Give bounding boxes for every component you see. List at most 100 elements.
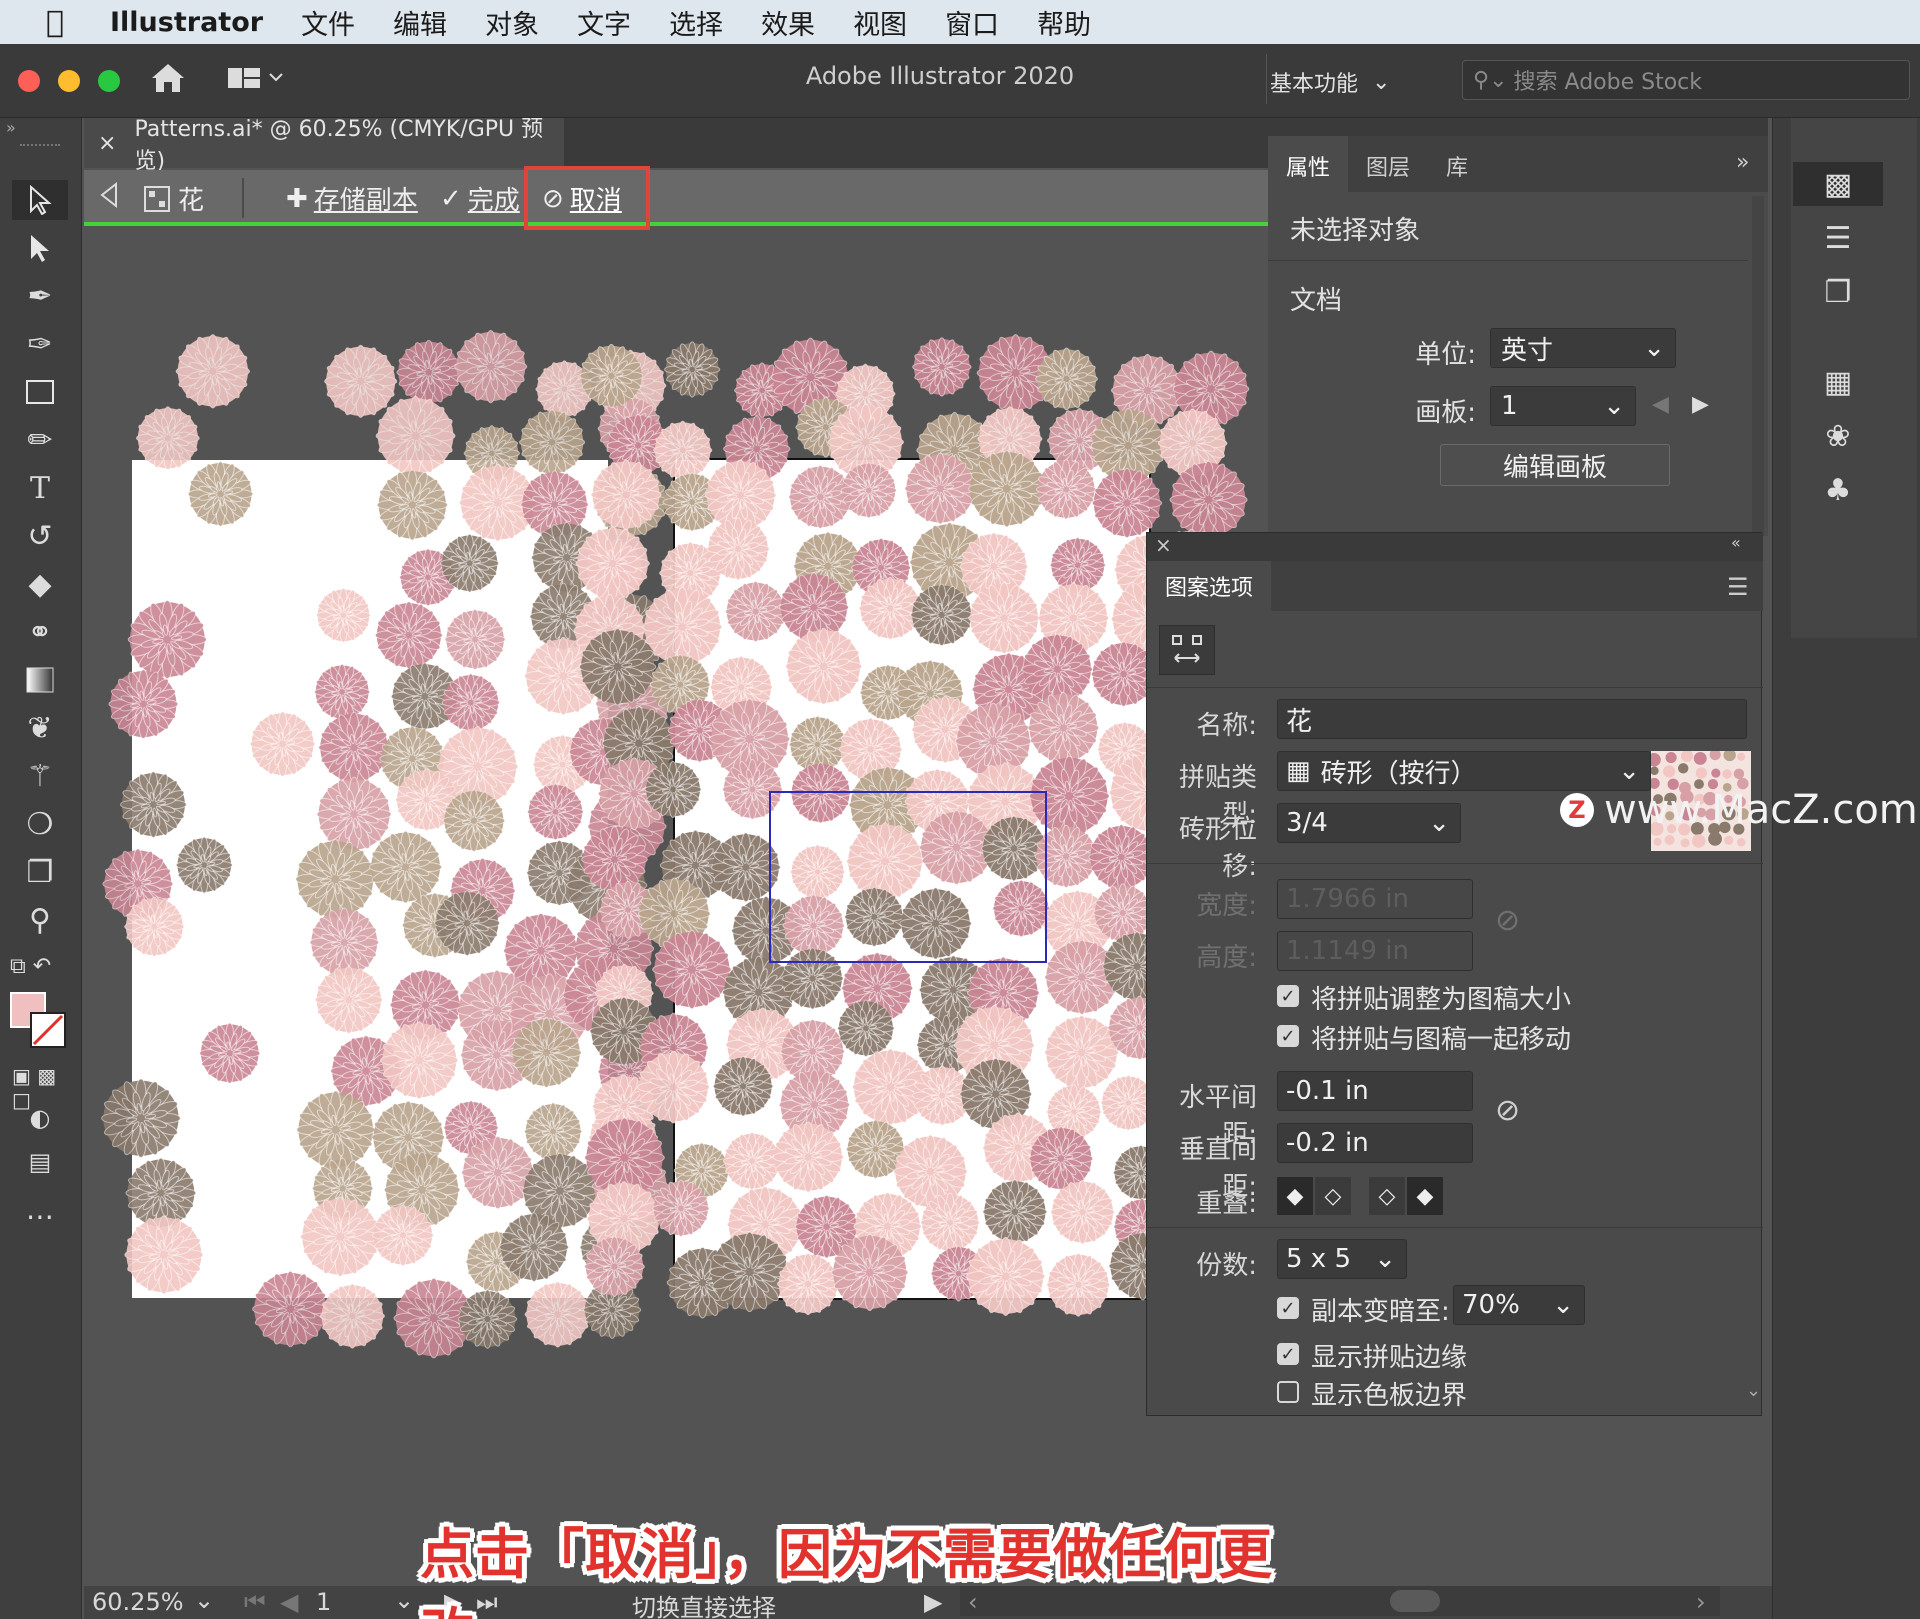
document-tab[interactable]: × Patterns.ai* @ 60.25% (CMYK/GPU 预览) [84,118,564,168]
width-input[interactable]: 1.7966 in [1277,879,1473,919]
artboard-dropdown[interactable]: 1 ⌄ [1490,386,1636,426]
menu-object[interactable]: 对象 [485,3,539,42]
chevron-down-icon[interactable]: ⌄ [394,1586,414,1614]
canvas-area[interactable] [84,230,1268,1586]
lasso-tool-icon[interactable]: ⚭ [12,612,68,652]
libraries-panel-icon[interactable]: ❐ [1793,270,1883,314]
properties-panel-icon[interactable]: ▩ [1793,162,1883,206]
tab-libraries[interactable]: 库 [1428,136,1486,192]
shape-builder-tool-icon[interactable]: ❍ [12,804,68,844]
dim-copies-checkbox[interactable]: ✓ [1277,1297,1299,1319]
save-copy-button[interactable]: ✚ 存储副本 [286,180,418,217]
menu-select[interactable]: 选择 [669,3,723,42]
overlap-top-in-front-button[interactable]: ◇ [1369,1177,1405,1215]
move-tile-with-art-checkbox[interactable]: ✓ [1277,1025,1299,1047]
symbols-panel-icon[interactable]: ♣ [1793,468,1883,512]
blend-tool-icon[interactable]: ⚚ [12,756,68,796]
collapse-panel-icon[interactable]: « [1731,533,1741,552]
direct-selection-tool-icon[interactable] [12,228,68,268]
exit-isolation-icon[interactable] [96,180,126,210]
close-panel-icon[interactable]: × [1155,533,1172,557]
collapse-panel-icon[interactable]: » [1736,150,1749,175]
minimize-window-button[interactable] [58,70,80,92]
selection-tool-icon[interactable] [12,180,68,220]
menu-effect[interactable]: 效果 [761,3,815,42]
dim-copies-dropdown[interactable]: 70% ⌄ [1453,1285,1585,1325]
menu-file[interactable]: 文件 [301,3,355,42]
overlap-left-in-front-button[interactable]: ◆ [1277,1177,1313,1215]
height-input[interactable]: 1.1149 in [1277,931,1473,971]
spacing-link-icon[interactable]: ⊘ [1495,1093,1520,1128]
arrange-documents-icon[interactable] [226,64,286,98]
paintbrush-tool-icon[interactable]: ✏ [12,420,68,460]
panel-scrollbar[interactable] [1752,196,1764,536]
link-broken-icon[interactable]: ⊘ [1495,903,1520,938]
type-tool-icon[interactable]: T [12,468,68,508]
brushes-panel-icon[interactable]: ❀ [1793,414,1883,458]
zoom-tool-icon[interactable]: ⚲ [12,900,68,940]
menu-view[interactable]: 视图 [853,3,907,42]
eraser-tool-icon[interactable]: ◆ [12,564,68,604]
layers-panel-icon[interactable]: ☰ [1793,216,1883,260]
drawing-mode-icon[interactable]: ◐ [12,1098,68,1138]
stock-search-input[interactable]: ⚲⌄ 搜索 Adobe Stock [1462,60,1910,100]
zoom-level-field[interactable]: 60.25% [92,1588,182,1616]
size-tile-to-art-checkbox[interactable]: ✓ [1277,985,1299,1007]
tab-pattern-options[interactable]: 图案选项 [1147,561,1271,611]
home-icon[interactable] [148,58,188,102]
pattern-artwork[interactable] [84,230,1268,1586]
menu-window[interactable]: 窗口 [945,3,999,42]
tab-properties[interactable]: 属性 [1268,136,1348,192]
next-artboard-icon[interactable]: ▶ [1692,392,1709,417]
pen-tool-icon[interactable]: ✒ [12,276,68,316]
show-swatch-bounds-checkbox[interactable] [1277,1381,1299,1403]
tile-type-dropdown[interactable]: ▦ 砖形（按行） ⌄ [1277,751,1651,791]
overlap-bottom-in-front-button[interactable]: ◆ [1407,1177,1443,1215]
units-dropdown[interactable]: 英寸 ⌄ [1490,328,1676,368]
show-tile-edge-checkbox[interactable]: ✓ [1277,1343,1299,1365]
canvas-vertical-scrollbar[interactable]: ⌄ [1746,1380,1762,1580]
eyedropper-tool-icon[interactable]: ❦ [12,708,68,748]
curvature-tool-icon[interactable]: ✑ [12,324,68,364]
close-tab-icon[interactable]: × [98,131,116,156]
workspace-switcher[interactable]: 基本功能 ⌄ [1270,66,1440,98]
v-spacing-input[interactable]: -0.2 in [1277,1123,1473,1163]
close-window-button[interactable] [18,70,40,92]
rotate-tool-icon[interactable]: ↺ [12,516,68,556]
collapse-toolbar-icon[interactable]: » [6,118,16,137]
toolbar-grip[interactable] [20,144,60,148]
panel-menu-icon[interactable]: ☰ [1727,573,1749,601]
rectangle-tool-icon[interactable] [12,372,68,412]
copies-dropdown[interactable]: 5 x 5 ⌄ [1277,1239,1407,1279]
swatches-panel-icon[interactable]: ▦ [1793,360,1883,404]
edit-artboards-button[interactable]: 编辑画板 [1440,444,1670,486]
swap-fill-stroke-icon[interactable]: ⧉ ↶ [10,954,51,979]
done-button[interactable]: ✓ 完成 [440,180,520,217]
gradient-tool-icon[interactable] [12,660,68,700]
pattern-tile-tool-button[interactable] [1159,625,1215,675]
apple-icon[interactable]:  [0,5,110,40]
stroke-swatch[interactable] [30,1012,66,1048]
menu-edit[interactable]: 编辑 [393,3,447,42]
screen-mode-icon[interactable]: ▤ [12,1142,68,1182]
fill-stroke-swatch[interactable] [10,992,70,1052]
h-spacing-input[interactable]: -0.1 in [1277,1071,1473,1111]
scrollbar-thumb[interactable] [1390,1590,1440,1612]
menu-app-name[interactable]: Illustrator [110,7,263,38]
tab-layers[interactable]: 图层 [1348,136,1428,192]
artboard-tool-icon[interactable]: ❐ [12,852,68,892]
more-tools-icon[interactable]: ⋯ [12,1196,68,1236]
pattern-name-input[interactable]: 花 [1277,699,1747,739]
menu-help[interactable]: 帮助 [1037,3,1091,42]
menu-type[interactable]: 文字 [577,3,631,42]
artboard-number-field[interactable]: 1 [316,1588,396,1616]
first-artboard-icon[interactable]: ⏮ [244,1588,266,1616]
scroll-right-icon[interactable]: › [1696,1588,1706,1616]
previous-artboard-icon[interactable]: ◀ [280,1588,298,1616]
pattern-name-crumb[interactable]: 花 [142,180,204,217]
brick-offset-dropdown[interactable]: 3/4 ⌄ [1277,803,1461,843]
previous-artboard-icon[interactable]: ◀ [1652,392,1669,417]
zoom-window-button[interactable] [98,70,120,92]
overlap-right-in-front-button[interactable]: ◇ [1315,1177,1351,1215]
chevron-down-icon[interactable]: ⌄ [194,1586,214,1614]
